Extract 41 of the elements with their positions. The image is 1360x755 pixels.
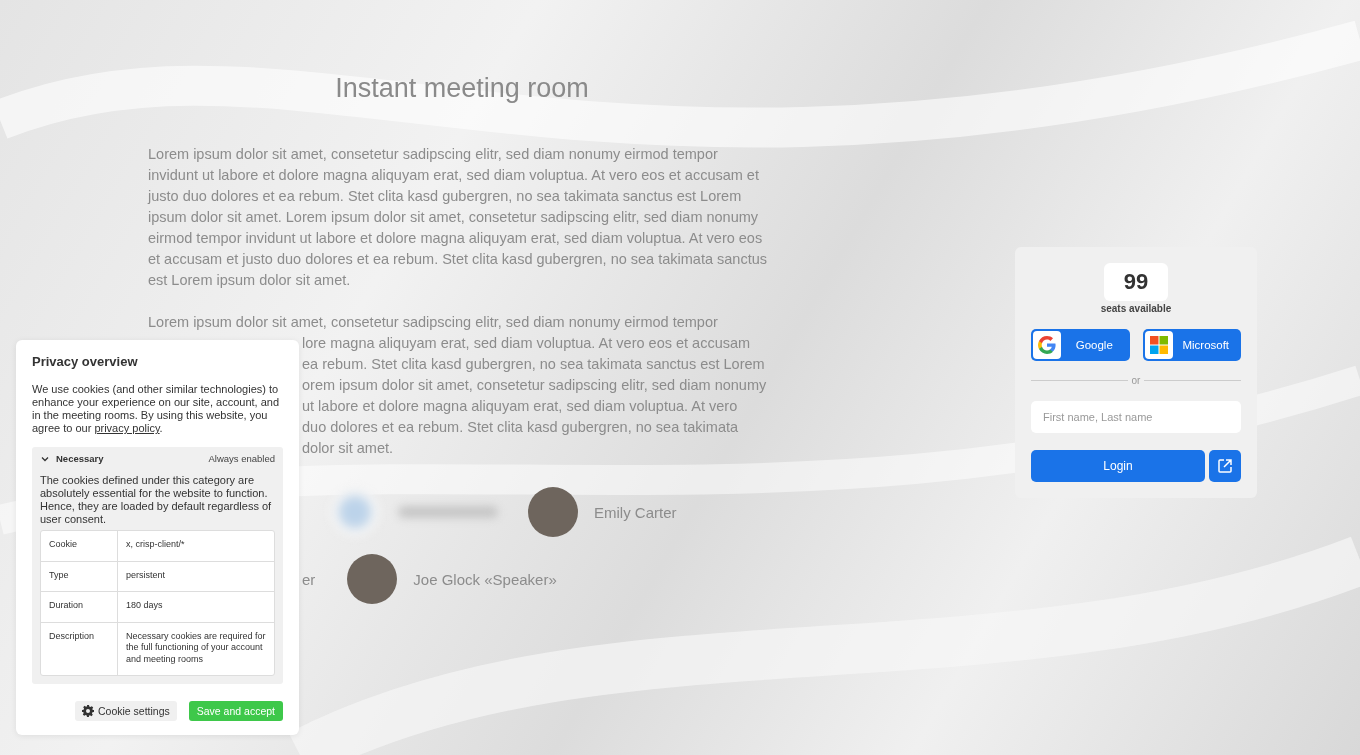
category-description: The cookies defined under this category are absolutely essential for the website to function. Hence, they are loaded by default regardless of user consent. xyxy=(40,474,273,526)
cookie-settings-button[interactable]: Cookie settings xyxy=(74,701,177,721)
intro-paragraph: Lorem ipsum dolor sit amet, consetetur sadipscing elitr, sed diam nonumy eirmod tempor invidunt ut labore et dolore magna aliquyam erat, sed diam voluptua. At vero eos et accusam et justo duo dolores et ea rebum. Stet clita kasd gubergren, no sea takimata sanctus est Lorem ipsum dolor sit amet. Lorem ipsum dolor sit amet, consetetur sadipscing elitr, sed diam nonumy eirmod tempor invidunt ut labore et dolore magna aliquyam erat, sed diam voluptua. At vero eos et accusam et justo duo dolores et ea rebum. Stet clita kasd gubergren, no sea takimata sanctus est Lorem ipsum dolor sit amet. xyxy=(148,145,768,290)
paragraph-line: dolor sit amet. xyxy=(302,439,394,458)
four-squares-logo-icon xyxy=(1149,336,1168,354)
panel-title: Privacy overview xyxy=(32,354,139,369)
avatar xyxy=(528,487,578,537)
table-cell: Description xyxy=(41,622,118,675)
sign-in-button[interactable]: Microsoft xyxy=(1142,329,1241,361)
participant-name: Emily Carter xyxy=(594,503,677,521)
category-title: Necessary xyxy=(56,453,105,464)
table-cell: Duration xyxy=(41,592,118,622)
seats-label: seats available xyxy=(1099,303,1173,314)
paragraph-line: ea rebum. Stet clita kasd gubergren, no sea takimata sanctus est Lorem xyxy=(302,355,765,374)
or-divider-text: or xyxy=(1131,375,1141,386)
seats-count: 99 xyxy=(1104,263,1168,301)
paragraph-line: lore magna aliquyam erat, sed diam voluptua. At vero eos et accusam xyxy=(302,334,751,353)
g-logo-icon xyxy=(1038,336,1056,354)
paragraph-line: orem ipsum dolor sit amet, consetetur sadipscing elitr, sed diam nonumy xyxy=(302,376,767,395)
page-title: Instant meeting room xyxy=(334,72,590,104)
external-link-icon xyxy=(1217,458,1233,474)
table-cell: Cookie xyxy=(41,531,118,561)
table-cell-text: 180 days xyxy=(125,599,164,612)
paragraph-line: duo dolores et ea rebum. Stet clita kasd gubergren, no sea takimata xyxy=(302,418,739,437)
table-cell-text: Necessary cookies are required for the full functioning of your account and meeting rooms xyxy=(125,629,267,666)
name-field[interactable]: First name, Last name xyxy=(1031,401,1241,433)
external-link-button[interactable] xyxy=(1209,450,1241,482)
privacy-policy-link[interactable]: privacy policy xyxy=(94,422,160,434)
category-status: Always enabled xyxy=(208,453,275,464)
cookie-notice-text: We use cookies (and other similar technologies) to enhance your experience on our site, account, and in the meeting rooms. By using this website, you agree to our privacy policy. xyxy=(32,383,281,435)
gear-icon xyxy=(81,705,94,717)
table-cell: Type xyxy=(41,561,118,591)
sign-in-button[interactable]: Google xyxy=(1031,329,1130,361)
avatar xyxy=(347,554,398,604)
participant-name: Joe Glock «Speaker» xyxy=(413,570,557,588)
login-button[interactable]: Login xyxy=(1031,450,1205,482)
paragraph-line: ut labore et dolore magna aliquyam erat, sed diam voluptua. At vero xyxy=(302,397,738,416)
participant-name: er xyxy=(302,570,316,588)
paragraph-line: Lorem ipsum dolor sit amet, consetetur sadipscing elitr, sed diam nonumy eirmod tempor xyxy=(148,313,718,332)
table-cell-text: x, crisp-client/* xyxy=(125,538,186,551)
table-cell-text: persistent xyxy=(125,568,167,582)
